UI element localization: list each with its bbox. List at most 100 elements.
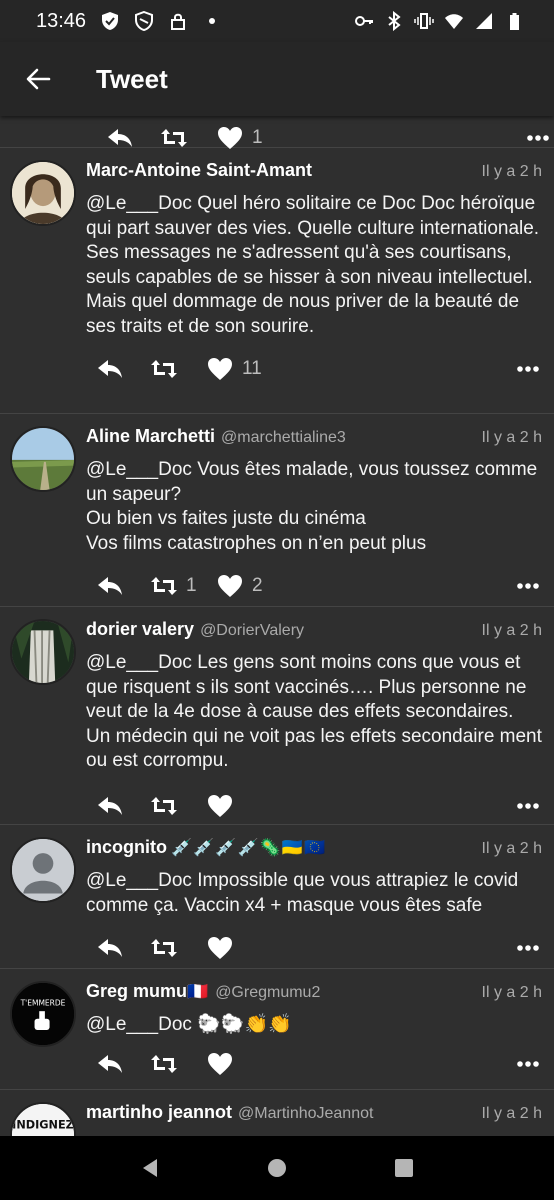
avatar[interactable] xyxy=(10,837,76,903)
bluetooth-icon xyxy=(384,11,404,31)
retweet-button[interactable]: 1 xyxy=(150,572,197,600)
tweet-text: @Le___Doc Vous êtes malade, vous toussez… xyxy=(86,459,538,554)
dot-icon xyxy=(202,11,222,31)
reply-icon xyxy=(96,792,124,820)
reply-tweet[interactable]: dorier valery @DorierValery Il y a 2 h @… xyxy=(0,607,554,825)
retweet-icon xyxy=(150,1050,178,1078)
heart-icon xyxy=(206,792,234,820)
like-count: 2 xyxy=(252,575,263,596)
square-recents-icon xyxy=(395,1159,414,1177)
retweet-count: 1 xyxy=(186,575,197,596)
app-bar: Tweet xyxy=(0,42,554,116)
reply-icon xyxy=(96,1050,124,1078)
avatar[interactable]: T'EMMERDE xyxy=(10,981,76,1047)
avatar-logo-text: T'EMMERDE xyxy=(20,999,66,1008)
nav-home-button[interactable] xyxy=(257,1148,297,1188)
lock-icon xyxy=(168,11,188,31)
status-time: 13:46 xyxy=(36,9,87,32)
avatar[interactable] xyxy=(10,619,76,685)
retweet-icon xyxy=(150,934,178,962)
timestamp: Il y a 2 h xyxy=(481,622,542,639)
like-button[interactable] xyxy=(206,792,234,820)
more-options-button[interactable] xyxy=(514,355,542,383)
arrow-left-icon xyxy=(26,68,51,90)
reply-tweet[interactable]: T'EMMERDE Greg mumu 🇫🇷 @Gregmumu2 Il y a… xyxy=(0,969,554,1090)
reply-button[interactable] xyxy=(96,792,124,820)
author-handle[interactable]: @MartinhoJeannot xyxy=(238,1105,373,1123)
nav-back-button[interactable] xyxy=(130,1148,170,1188)
avatar[interactable] xyxy=(10,426,76,492)
reply-tweet[interactable]: INDIGNEZ martinho jeannot @MartinhoJeann… xyxy=(0,1090,554,1136)
name-emoji: 🇫🇷 xyxy=(187,982,210,1001)
like-button[interactable] xyxy=(206,1050,234,1078)
reply-tweet[interactable]: Aline Marchetti @marchettialine3 Il y a … xyxy=(0,414,554,607)
more-icon xyxy=(514,355,542,383)
shield-icon xyxy=(134,11,154,31)
author-handle[interactable]: @Gregmumu2 xyxy=(215,984,320,1002)
heart-icon xyxy=(206,934,234,962)
like-button[interactable]: 11 xyxy=(206,355,262,383)
like-button[interactable] xyxy=(206,934,234,962)
avatar[interactable] xyxy=(10,160,76,226)
like-button[interactable]: 2 xyxy=(216,572,263,600)
avatar[interactable]: INDIGNEZ xyxy=(10,1102,76,1136)
timestamp: Il y a 2 h xyxy=(481,429,542,446)
more-icon xyxy=(514,792,542,820)
triangle-back-icon xyxy=(142,1159,157,1177)
heart-icon xyxy=(206,1050,234,1078)
reply-button[interactable] xyxy=(96,355,124,383)
retweet-icon xyxy=(150,572,178,600)
more-options-button[interactable] xyxy=(514,934,542,962)
wifi-icon xyxy=(444,11,464,31)
reply-tweet[interactable]: Marc-Antoine Saint-Amant Il y a 2 h @Le_… xyxy=(0,148,554,414)
system-nav-bar xyxy=(0,1136,554,1200)
tweet-text: @Le___Doc Impossible que vous attrapiez … xyxy=(86,870,519,916)
battery-icon xyxy=(504,11,524,31)
retweet-icon xyxy=(150,792,178,820)
author-handle[interactable]: @marchettialine3 xyxy=(221,429,346,447)
more-icon xyxy=(514,572,542,600)
more-icon xyxy=(514,1050,542,1078)
reply-icon xyxy=(96,355,124,383)
author-name[interactable]: dorier valery xyxy=(86,619,194,640)
avatar-logo-text: INDIGNEZ xyxy=(12,1118,74,1131)
retweet-button[interactable] xyxy=(150,355,178,383)
heart-icon xyxy=(216,572,244,600)
more-options-button[interactable] xyxy=(514,792,542,820)
tweet-text: @Le___Doc Les gens sont moins cons que v… xyxy=(86,652,542,771)
status-bar: 13:46 xyxy=(0,0,554,42)
more-options-button[interactable] xyxy=(514,572,542,600)
retweet-icon xyxy=(150,355,178,383)
timestamp: Il y a 2 h xyxy=(481,1105,542,1122)
author-name[interactable]: Marc-Antoine Saint-Amant xyxy=(86,160,312,181)
author-handle[interactable]: @DorierValery xyxy=(200,622,304,640)
circle-home-icon xyxy=(267,1159,286,1177)
previous-tweet-actions: 1 xyxy=(0,116,554,149)
tweet-text: @Le___Doc Quel héro solitaire ce Doc Doc… xyxy=(86,193,540,337)
author-name[interactable]: incognito xyxy=(86,837,167,858)
tweet-text: @Le___Doc 🐑🐑👏👏 xyxy=(86,1014,292,1035)
reply-button[interactable] xyxy=(96,572,124,600)
author-name[interactable]: Greg mumu xyxy=(86,981,187,1002)
author-name[interactable]: Aline Marchetti xyxy=(86,426,215,447)
key-icon xyxy=(354,11,374,31)
retweet-button[interactable] xyxy=(150,934,178,962)
vibrate-icon xyxy=(414,11,434,31)
back-button[interactable] xyxy=(14,55,62,103)
signal-icon xyxy=(474,11,494,31)
retweet-button[interactable] xyxy=(150,1050,178,1078)
reply-tweet[interactable]: incognito 💉💉💉💉🦠🇺🇦🇪🇺 Il y a 2 h @Le___Doc… xyxy=(0,825,554,969)
retweet-button[interactable] xyxy=(150,792,178,820)
timestamp: Il y a 2 h xyxy=(481,840,542,857)
author-name[interactable]: martinho jeannot xyxy=(86,1102,232,1123)
nav-recents-button[interactable] xyxy=(384,1148,424,1188)
reply-button[interactable] xyxy=(96,934,124,962)
more-options-button[interactable] xyxy=(514,1050,542,1078)
replies-feed[interactable]: 1 Marc-Antoine Saint-Amant Il y a 2 h @L… xyxy=(0,116,554,1136)
shield-check-icon xyxy=(100,11,120,31)
reply-button[interactable] xyxy=(96,1050,124,1078)
reply-icon xyxy=(96,934,124,962)
page-title: Tweet xyxy=(96,63,168,94)
timestamp: Il y a 2 h xyxy=(481,984,542,1001)
heart-icon xyxy=(206,355,234,383)
